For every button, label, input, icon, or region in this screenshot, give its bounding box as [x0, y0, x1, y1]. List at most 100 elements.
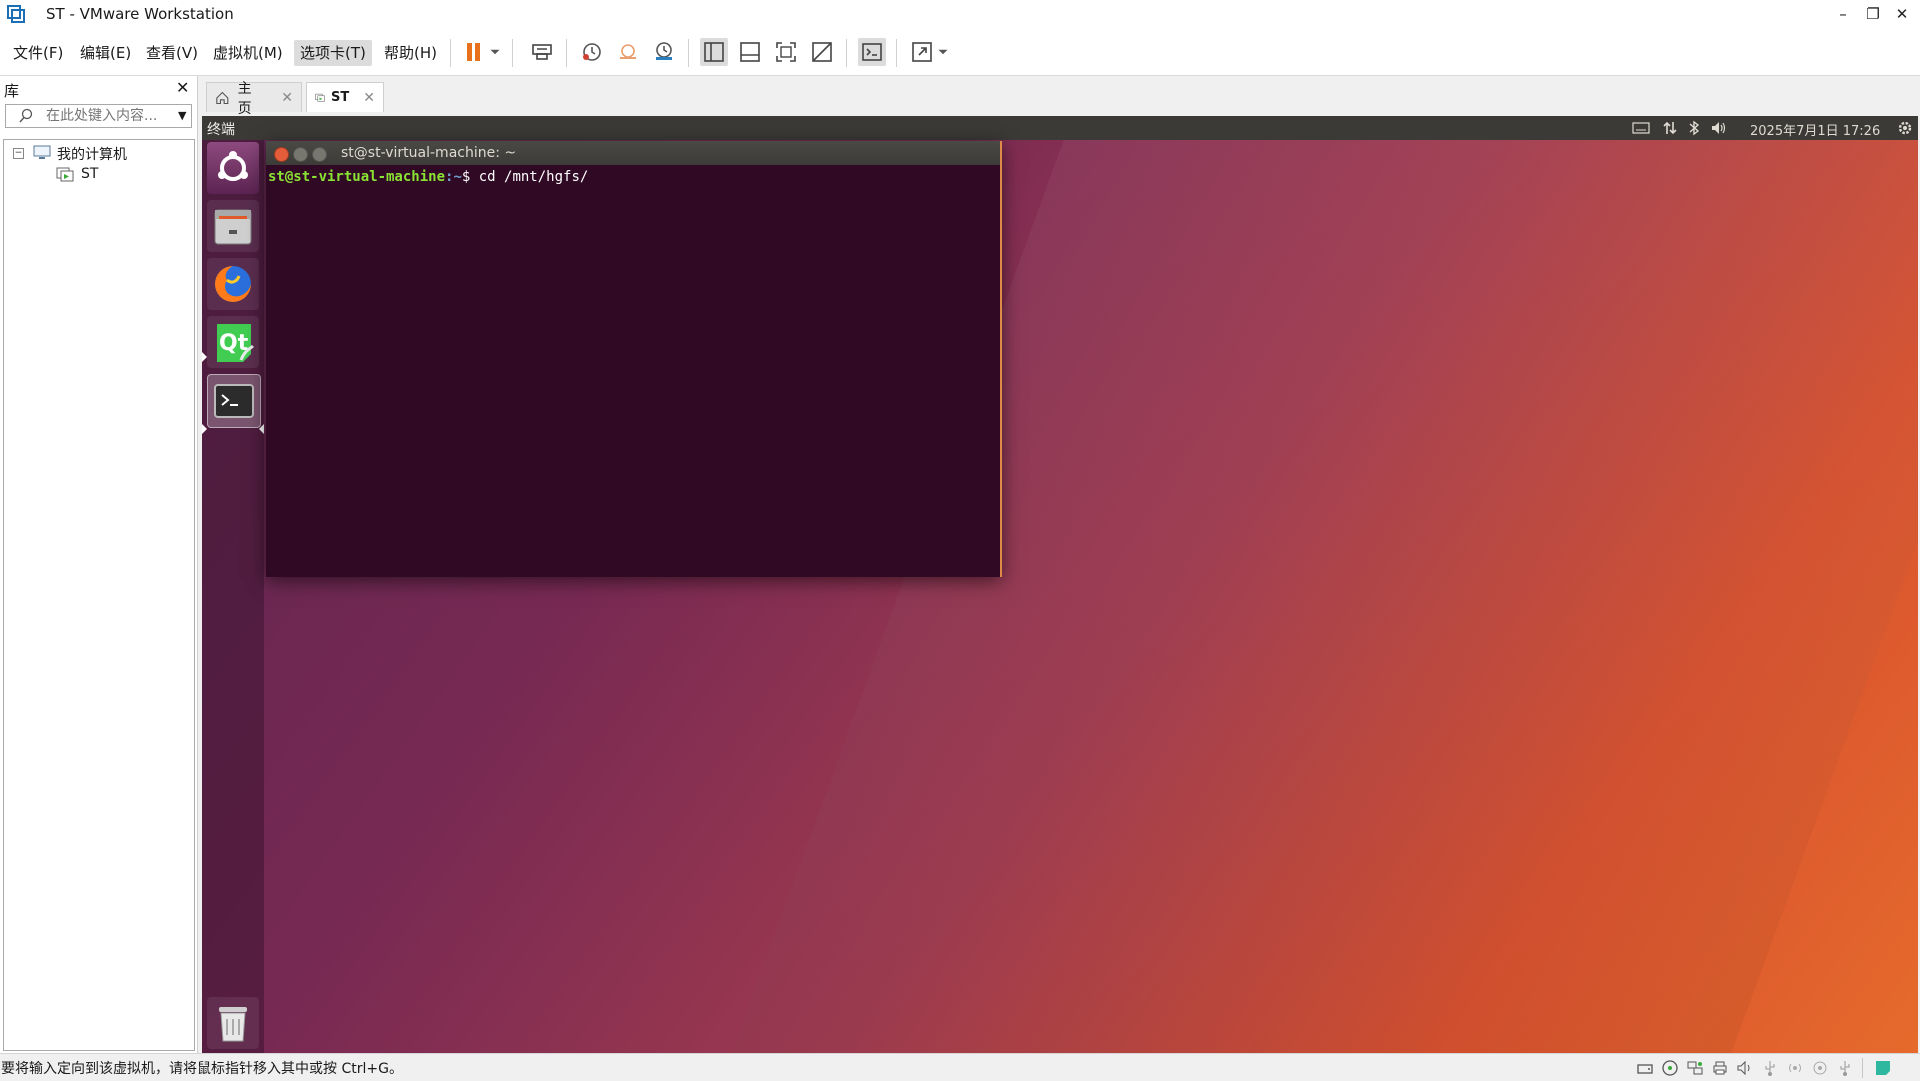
- network-icon[interactable]: [1662, 120, 1678, 136]
- send-ctrl-alt-del-icon: [532, 44, 552, 60]
- snapshot-icon: [583, 43, 601, 61]
- toolbar-separator: [566, 39, 567, 67]
- tab-home[interactable]: 主页 ✕: [206, 81, 302, 117]
- title-bar: ST - VMware Workstation – ❐ ✕: [0, 0, 1920, 29]
- terminal-maximize-button[interactable]: [312, 147, 327, 162]
- launcher-files-button[interactable]: [207, 200, 259, 252]
- launcher-firefox-button[interactable]: [207, 258, 259, 310]
- snapshot-button[interactable]: [578, 38, 606, 66]
- full-screen-button[interactable]: [772, 38, 800, 66]
- vm-icon: [56, 167, 74, 182]
- launcher-terminal-button[interactable]: [207, 374, 261, 428]
- stretch-icon: [912, 42, 932, 62]
- console-icon: [862, 43, 882, 61]
- terminal-title-bar[interactable]: st@st-virtual-machine: ~: [266, 141, 1000, 165]
- thumbnail-bar-icon: [740, 42, 760, 62]
- volume-icon[interactable]: [1710, 120, 1728, 136]
- sound-card-icon[interactable]: [1736, 1059, 1754, 1077]
- terminal-window[interactable]: st@st-virtual-machine: ~ st@st-virtual-m…: [266, 141, 1002, 577]
- pause-icon: [467, 43, 480, 61]
- tree-item-vm-st[interactable]: ST: [81, 166, 98, 182]
- launcher-focused-indicator: [259, 424, 264, 434]
- firefox-icon: [215, 266, 251, 302]
- launcher-running-indicator: [202, 352, 207, 362]
- tab-label: 主页: [237, 80, 252, 117]
- stretch-button[interactable]: [908, 38, 936, 66]
- printer-icon[interactable]: [1711, 1059, 1729, 1077]
- close-icon[interactable]: ✕: [281, 90, 293, 106]
- library-search-box[interactable]: ▼: [5, 104, 192, 128]
- hard-disk-icon[interactable]: [1636, 1059, 1654, 1077]
- tab-vm-st[interactable]: ST ✕: [306, 82, 384, 112]
- guest-screen[interactable]: 终端 2025年7月1日 17:26 Qt st@st-virtual-mach…: [202, 116, 1918, 1053]
- menu-tabs[interactable]: 选项卡(T): [294, 40, 372, 66]
- prompt-user: st@st-virtual-machine: [268, 169, 446, 185]
- camera-icon[interactable]: [1811, 1059, 1829, 1077]
- status-message: 要将输入定向到该虚拟机，请将鼠标指针移入其中或按 Ctrl+G。: [1, 1061, 403, 1077]
- thumbnail-bar-button[interactable]: [736, 38, 764, 66]
- unity-button[interactable]: [808, 38, 836, 66]
- launcher-dash-button[interactable]: [207, 142, 259, 194]
- terminal-command: cd /mnt/hgfs/: [478, 169, 589, 185]
- usb-icon[interactable]: [1761, 1059, 1779, 1077]
- chevron-down-icon[interactable]: ▼: [178, 109, 186, 122]
- vm-icon: [315, 93, 325, 102]
- usb-device-icon[interactable]: [1836, 1059, 1854, 1077]
- send-ctrl-alt-del-button[interactable]: [528, 38, 556, 66]
- computer-icon: [33, 145, 51, 159]
- window-title: ST - VMware Workstation: [46, 5, 234, 23]
- terminal-minimize-button[interactable]: [293, 147, 308, 162]
- close-button[interactable]: ✕: [1882, 3, 1920, 25]
- close-icon[interactable]: ✕: [363, 90, 375, 106]
- cd-dvd-icon[interactable]: [1661, 1059, 1679, 1077]
- library-close-button[interactable]: ✕: [176, 78, 189, 97]
- keyboard-icon[interactable]: [1632, 121, 1650, 135]
- status-separator: [1862, 1058, 1863, 1078]
- network-adapter-icon[interactable]: [1686, 1059, 1704, 1077]
- stretch-dropdown[interactable]: [934, 38, 952, 66]
- toolbar-separator: [450, 39, 451, 67]
- search-icon: [19, 108, 33, 123]
- status-bar: 要将输入定向到该虚拟机，请将鼠标指针移入其中或按 Ctrl+G。: [0, 1053, 1920, 1081]
- toolbar-separator: [512, 39, 513, 67]
- vm-tab-strip: 主页 ✕ ST ✕: [202, 76, 1918, 117]
- show-library-button[interactable]: [700, 38, 728, 66]
- menu-file[interactable]: 文件(F): [7, 40, 69, 66]
- revert-snapshot-button[interactable]: [614, 38, 642, 66]
- console-view-button[interactable]: [858, 38, 886, 66]
- toolbar-separator: [846, 39, 847, 67]
- full-screen-icon: [776, 42, 796, 62]
- unity-launcher: Qt: [202, 140, 264, 1053]
- pause-dropdown[interactable]: [486, 38, 504, 66]
- library-search-input[interactable]: [44, 107, 168, 125]
- menu-vm[interactable]: 虚拟机(M): [207, 40, 289, 66]
- menu-edit[interactable]: 编辑(E): [74, 40, 137, 66]
- library-title: 库: [4, 82, 20, 100]
- terminal-title: st@st-virtual-machine: ~: [341, 145, 517, 161]
- pause-button[interactable]: [460, 38, 488, 66]
- snapshot-manager-icon: [656, 42, 672, 60]
- menu-view[interactable]: 查看(V): [140, 40, 204, 66]
- ubuntu-top-panel: 终端 2025年7月1日 17:26: [202, 116, 1918, 140]
- chevron-down-icon: [938, 49, 948, 55]
- gear-icon[interactable]: [1896, 119, 1914, 137]
- chevron-down-icon: [490, 49, 500, 55]
- clock[interactable]: 2025年7月1日 17:26: [1750, 120, 1880, 139]
- prompt-symbol: $: [461, 169, 479, 185]
- terminal-close-button[interactable]: [274, 147, 289, 162]
- menu-toolbar: 文件(F) 编辑(E) 查看(V) 虚拟机(M) 选项卡(T) 帮助(H): [0, 29, 1920, 76]
- menu-help[interactable]: 帮助(H): [378, 40, 443, 66]
- ubuntu-logo-icon: [218, 151, 248, 181]
- message-log-icon[interactable]: [1874, 1059, 1892, 1077]
- bluetooth-icon[interactable]: [1688, 120, 1700, 136]
- wireless-icon[interactable]: [1786, 1059, 1804, 1077]
- trash-icon: [219, 1007, 247, 1042]
- launcher-qt-creator-button[interactable]: Qt: [207, 316, 259, 368]
- snapshot-manager-button[interactable]: [650, 38, 678, 66]
- terminal-icon: [214, 384, 254, 418]
- terminal-output[interactable]: st@st-virtual-machine:~$ cd /mnt/hgfs/: [268, 169, 588, 185]
- launcher-trash-button[interactable]: [207, 997, 259, 1049]
- tree-collapse-toggle[interactable]: −: [13, 148, 24, 159]
- home-icon: [216, 91, 229, 104]
- tree-item-my-computer[interactable]: 我的计算机: [57, 144, 127, 164]
